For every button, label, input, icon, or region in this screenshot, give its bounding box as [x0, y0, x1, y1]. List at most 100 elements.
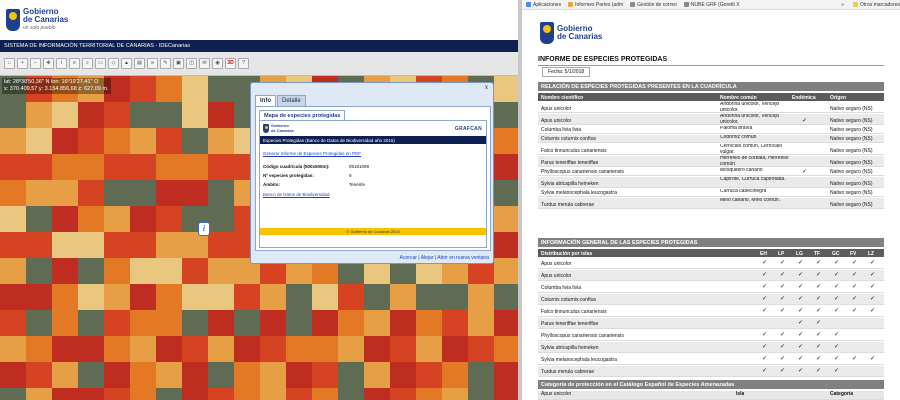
- heatmap-cell: [104, 310, 130, 336]
- bookmark-correo[interactable]: Gestión de correo: [630, 2, 677, 8]
- catalog-species: Apus unicolor: [541, 391, 572, 397]
- island-check: ✓: [762, 308, 768, 314]
- report-date: Fecha: 5/1/2018: [542, 67, 591, 77]
- island-check: ✓: [816, 332, 822, 338]
- heatmap-cell: [156, 362, 182, 388]
- heatmap-cell: [286, 336, 312, 362]
- heatmap-cell: [52, 206, 78, 232]
- zoom-out-icon[interactable]: −: [30, 58, 41, 69]
- heatmap-cell: [78, 154, 104, 180]
- island-check: ✓: [870, 260, 876, 266]
- link-icon[interactable]: ∞: [147, 58, 158, 69]
- island-check: ✓: [834, 296, 840, 302]
- island-check: ✓: [798, 320, 804, 326]
- heatmap-cell: [26, 102, 52, 128]
- report-logo: Gobierno de Canarias: [540, 22, 602, 44]
- search-icon[interactable]: ⌕: [82, 58, 93, 69]
- island-check: ✓: [798, 284, 804, 290]
- generate-pdf-link[interactable]: Generar Informe de Especies Protegidas e…: [263, 151, 361, 156]
- popup-logo: Gobierno de Canarias: [263, 123, 294, 133]
- 3d-button[interactable]: 3D: [225, 58, 236, 69]
- island-check: ✓: [852, 296, 858, 302]
- distribution-species: Parus teneriffae teneriffae: [541, 321, 599, 327]
- layers-icon[interactable]: ≡: [69, 58, 80, 69]
- heatmap-cell: [494, 310, 518, 336]
- species-row: Falco tinnunculus canariensis Cernícalo c…: [538, 144, 884, 155]
- area-icon[interactable]: ◇: [108, 58, 119, 69]
- heatmap-cell: [156, 232, 182, 258]
- field-ambito: Ámbito: Tenerife: [263, 182, 365, 187]
- coat-of-arms-icon: [540, 22, 554, 44]
- bookmark-otros[interactable]: Otros marcadores: [852, 2, 900, 8]
- popup-banner: Especies Protegidas (Banco de Datos de B…: [260, 136, 486, 144]
- home-icon[interactable]: ⌂: [4, 58, 15, 69]
- bookmark-nube[interactable]: NUBE GRF (Goretti X: [683, 2, 740, 8]
- heatmap-cell: [182, 362, 208, 388]
- help-icon[interactable]: ?: [238, 58, 249, 69]
- island-check: ✓: [834, 368, 840, 374]
- heatmap-cell: [208, 258, 234, 284]
- field-codigo: Código cuadrícula (500x500m): 09181099: [263, 164, 369, 169]
- island-check: ✓: [780, 296, 786, 302]
- close-icon[interactable]: x: [483, 85, 490, 92]
- island-check: ✓: [798, 332, 804, 338]
- profile-icon[interactable]: ▲: [121, 58, 132, 69]
- pan-icon[interactable]: ✥: [43, 58, 54, 69]
- island-check: ✓: [870, 296, 876, 302]
- bookmark-apps[interactable]: Aplicaciones: [526, 2, 561, 8]
- compare-icon[interactable]: ◫: [186, 58, 197, 69]
- catalog-header-row: Apus unicolor Isla Categoría: [538, 391, 884, 400]
- print-icon[interactable]: ▤: [134, 58, 145, 69]
- col-endemic: Endémica: [792, 94, 816, 101]
- heatmap-cell: [182, 258, 208, 284]
- gobierno-canarias-logo[interactable]: Gobierno de Canarias un solo pueblo: [6, 8, 68, 32]
- species-scientific: Falco tinnunculus canariensis: [541, 148, 607, 154]
- heatmap-cell: [286, 388, 312, 400]
- island-check: ✓: [852, 308, 858, 314]
- tab-info[interactable]: Info: [255, 95, 276, 106]
- zoom-in-icon[interactable]: +: [17, 58, 28, 69]
- heatmap-cell: [494, 362, 518, 388]
- bookmarks-more[interactable]: »: [841, 2, 846, 8]
- heatmap-cell: [390, 310, 416, 336]
- distribution-species: Columba livia livia: [541, 285, 582, 291]
- island-header: TF: [814, 250, 821, 257]
- heatmap-cell: [104, 336, 130, 362]
- island-check: ✓: [870, 284, 876, 290]
- distribution-row: Turdus merula cabrerae ✓ ✓ ✓ ✓ ✓: [538, 366, 884, 377]
- heatmap-cell: [156, 336, 182, 362]
- biodiversity-db-link[interactable]: Banco de Datos de Biodiversidad: [263, 192, 330, 197]
- island-check: ✓: [780, 356, 786, 362]
- island-check: ✓: [816, 308, 822, 314]
- camera-icon[interactable]: ◉: [212, 58, 223, 69]
- system-title-bar: SISTEMA DE INFORMACIÓN TERRITORIAL DE CA…: [0, 40, 520, 52]
- species-scientific: Sylvia melanocephala leucogastra: [541, 190, 617, 196]
- island-check: ✓: [762, 284, 768, 290]
- island-check: ✓: [834, 356, 840, 362]
- heatmap-cell: [260, 284, 286, 310]
- popup-logo-line2: de Canarias: [271, 127, 294, 133]
- mail-icon[interactable]: ✉: [199, 58, 210, 69]
- heatmap-cell: [26, 154, 52, 180]
- heatmap-cell: [26, 128, 52, 154]
- bookmark-informes[interactable]: Informes Partes (adm: [568, 2, 623, 8]
- species-common: Herrerillo de corbata, Herrerillo común: [720, 156, 789, 167]
- species-common: Andoriña unicolor, Vencejo unicolor.: [720, 114, 780, 125]
- island-check: ✓: [816, 320, 822, 326]
- measure-icon[interactable]: ▭: [95, 58, 106, 69]
- info-marker-icon[interactable]: i: [198, 222, 210, 236]
- bookmark-label: Aplicaciones: [533, 1, 562, 8]
- export-icon[interactable]: ▣: [173, 58, 184, 69]
- heatmap-cell: [260, 310, 286, 336]
- col-distribution: Distribución por islas: [541, 250, 593, 257]
- heatmap-cell: [208, 284, 234, 310]
- heatmap-cell: [52, 310, 78, 336]
- info-tool-icon[interactable]: i: [56, 58, 67, 69]
- heatmap-cell: [0, 180, 26, 206]
- species-table-header: Nombre científico Nombre común Endémica …: [538, 93, 884, 101]
- island-check: ✓: [762, 344, 768, 350]
- heatmap-cell: [494, 154, 518, 180]
- tab-detalle[interactable]: Detalle: [277, 95, 306, 106]
- draw-icon[interactable]: ✎: [160, 58, 171, 69]
- popup-actions[interactable]: Acercar | Alejar | Abrir en nueva ventan…: [400, 255, 489, 261]
